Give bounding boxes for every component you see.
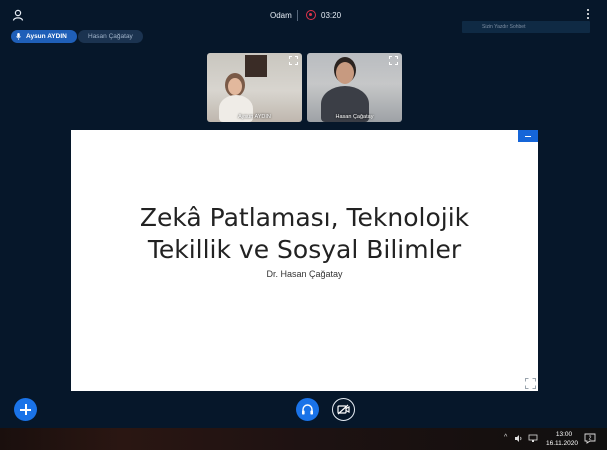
participant-name: Aysun AYDIN: [26, 33, 67, 40]
audio-button[interactable]: [296, 398, 319, 421]
camera-off-icon: [337, 404, 350, 415]
room-title: Odam: [270, 11, 292, 20]
headphones-icon: [302, 404, 313, 415]
slide-title-line-2: Tekillik ve Sosyal Bilimler: [147, 235, 462, 264]
video-tile-hasan[interactable]: Hasan Çağatay: [307, 53, 402, 122]
person-face: [336, 62, 354, 84]
notification-count: 2: [589, 436, 592, 442]
participant-chip-hasan[interactable]: Hasan Çağatay: [78, 30, 143, 43]
speaker-icon[interactable]: [514, 434, 523, 443]
notification-icon[interactable]: 2: [584, 433, 596, 444]
tile-name-label: Aysun AYDIN: [238, 114, 271, 120]
record-icon[interactable]: [306, 10, 316, 20]
expand-icon[interactable]: [289, 56, 298, 65]
minimize-presentation-button[interactable]: [518, 130, 538, 142]
taskbar-clock-date[interactable]: 16.11.2020: [542, 440, 582, 447]
add-action-button[interactable]: [14, 398, 37, 421]
expand-icon[interactable]: [389, 56, 398, 65]
record-timer: 03:20: [321, 11, 342, 20]
user-list-icon[interactable]: [12, 9, 24, 21]
slide-author: Dr. Hasan Çağatay: [266, 269, 343, 279]
chevron-up-icon[interactable]: ^: [504, 434, 507, 441]
participant-name: Hasan Çağatay: [88, 33, 133, 40]
fullscreen-icon[interactable]: [525, 378, 536, 389]
tile-name-label: Hasan Çağatay: [335, 114, 374, 120]
wall-picture: [245, 55, 267, 77]
taskbar-clock-time[interactable]: 13:00: [549, 431, 579, 438]
microphone-icon: [16, 33, 21, 40]
chat-typing-indicator: Sizin Yazdır Sohbet: [462, 21, 590, 33]
network-icon[interactable]: [528, 434, 538, 443]
person-face: [228, 78, 242, 95]
video-tile-aysun[interactable]: Aysun AYDIN: [207, 53, 302, 122]
participant-chip-aysun[interactable]: Aysun AYDIN: [11, 30, 77, 43]
conference-app: Odam 03:20 Sizin Yazdır Sohbet Aysun AYD…: [0, 0, 607, 428]
camera-toggle-button[interactable]: [332, 398, 355, 421]
divider: [297, 10, 298, 21]
slide-title-line-1: Zekâ Patlaması, Teknolojik: [139, 203, 470, 232]
slide-title: Zekâ Patlaması, Teknolojik Tekillik ve S…: [71, 202, 538, 266]
